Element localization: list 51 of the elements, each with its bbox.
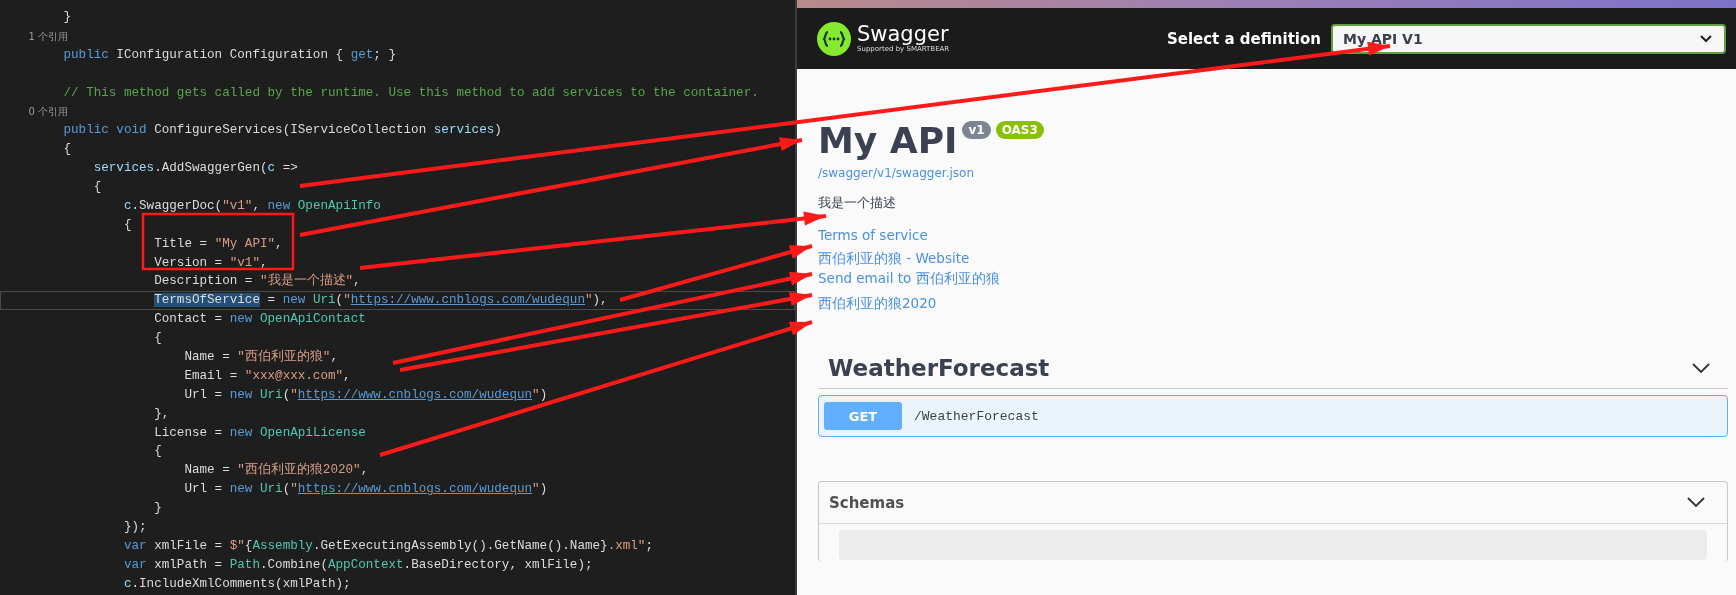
api-description: 我是一个描述 xyxy=(818,194,896,212)
code-line: TermsOfService = new Uri("https://www.cnblogs.com/wudequn"), xyxy=(153,293,608,308)
code-line: Description = "我是一个描述", xyxy=(153,274,361,289)
spec-link[interactable]: /swagger/v1/swagger.json xyxy=(818,166,975,180)
info-link[interactable]: Send email to 西伯利亚的狼 xyxy=(818,269,1000,287)
code-line: Url = new Uri("https://www.cnblogs.com/wudequn") xyxy=(183,387,548,402)
code-line: Name = "西伯利亚的狼", xyxy=(183,350,338,365)
collapse-chevron-icon[interactable] xyxy=(1687,497,1705,508)
reference-count: 0 个引用 xyxy=(27,106,68,118)
definition-select[interactable]: My API V1 xyxy=(1331,23,1726,54)
spec-badge: OAS3 xyxy=(995,121,1044,139)
code-line: { xyxy=(153,331,162,346)
code-line: { xyxy=(122,217,132,232)
code-line: Title = "My API", xyxy=(153,236,283,251)
definition-label: Select a definition xyxy=(1166,29,1321,48)
version-badge: v1 xyxy=(962,121,991,139)
code-line: Url = new Uri("https://www.cnblogs.com/wudequn") xyxy=(183,482,548,497)
code-line: Email = "xxx@xxx.com", xyxy=(183,368,351,383)
code-line: // This method gets called by the runtime. Use this method to add services to the container. xyxy=(62,85,759,100)
code-line: var xmlFile = $"{Assembly.GetExecutingAssembly().GetName().Name}.xml"; xyxy=(122,538,653,553)
code-line: var xmlPath = Path.Combine(AppContext.BaseDirectory, xmlFile); xyxy=(122,557,593,572)
schemas-heading[interactable]: Schemas xyxy=(829,493,905,512)
code-line: Name = "西伯利亚的狼2020", xyxy=(183,463,369,478)
code-line: { xyxy=(62,142,72,157)
code-line: }, xyxy=(153,406,170,421)
code-line: public IConfiguration Configuration { get; } xyxy=(62,47,397,62)
operation-row[interactable]: GET /WeatherForecast xyxy=(818,395,1728,437)
reference-count: 1 个引用 xyxy=(27,30,68,42)
api-title: My API xyxy=(818,119,958,163)
code-line: }); xyxy=(122,520,147,535)
logo-text: Swagger xyxy=(857,23,950,45)
code-line: License = new OpenApiLicense xyxy=(153,425,366,440)
code-line: { xyxy=(92,180,102,194)
collapse-chevron-icon[interactable] xyxy=(1692,362,1710,374)
code-line: Version = "v1", xyxy=(153,255,268,270)
caret-icon xyxy=(1700,34,1712,43)
info-link[interactable]: Terms of service xyxy=(818,226,928,244)
code-line: } xyxy=(62,10,72,24)
method-badge: GET xyxy=(824,402,902,430)
code-line: c.SwaggerDoc("v1", new OpenApiInfo xyxy=(122,198,381,213)
code-line: c.IncludeXmlComments(xmlPath); xyxy=(122,576,351,591)
swagger-logo-icon xyxy=(817,21,851,56)
code-line: } xyxy=(153,501,162,516)
code-line: services.AddSwaggerGen(c => xyxy=(92,161,298,176)
info-link[interactable]: 西伯利亚的狼 - Website xyxy=(818,249,970,267)
code-line: { xyxy=(153,444,162,459)
code-line: public void ConfigureServices(IServiceCollection services) xyxy=(62,123,502,138)
info-link[interactable]: 西伯利亚的狼2020 xyxy=(818,294,937,312)
tag-heading[interactable]: WeatherForecast xyxy=(828,355,1050,381)
operation-path: /WeatherForecast xyxy=(914,408,1039,424)
code-line: Contact = new OpenApiContact xyxy=(153,312,366,327)
